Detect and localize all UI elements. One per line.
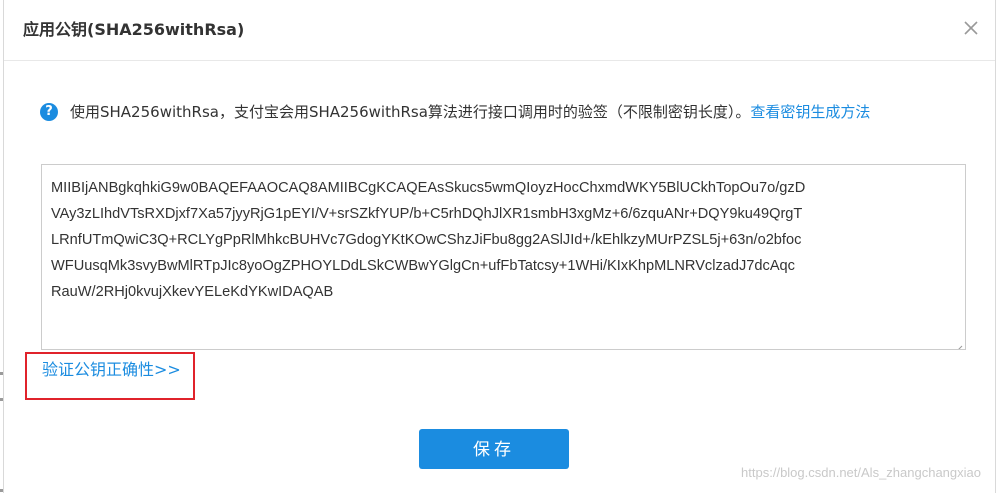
verify-public-key-link[interactable]: 验证公钥正确性>>: [42, 358, 181, 382]
key-line: WFUusqMk3svyBwMlRTpJIc8yoOgZPHOYLDdLSkCW…: [51, 258, 795, 274]
watermark: https://blog.csdn.net/Als_zhangchangxiao: [741, 465, 981, 480]
public-key-dialog: 应用公钥(SHA256withRsa) ? 使用SHA256withRsa，支付…: [3, 0, 996, 493]
save-button[interactable]: 保存: [419, 429, 569, 469]
edge-mark: [0, 372, 3, 375]
resize-grip-icon[interactable]: [953, 337, 963, 349]
public-key-textarea[interactable]: MIIBIjANBgkqhkiG9w0BAQEFAAOCAQ8AMIIBCgKC…: [41, 164, 966, 350]
edge-mark: [0, 398, 3, 401]
key-line: MIIBIjANBgkqhkiG9w0BAQEFAAOCAQ8AMIIBCgKC…: [51, 180, 806, 196]
key-line: RauW/2RHj0kvujXkevYELeKdYKwIDAQAB: [51, 284, 334, 300]
close-icon[interactable]: [961, 18, 981, 38]
sha256-hint: ? 使用SHA256withRsa，支付宝会用SHA256withRsa算法进行…: [40, 100, 965, 125]
hint-text-block: 使用SHA256withRsa，支付宝会用SHA256withRsa算法进行接口…: [40, 100, 965, 125]
dialog-title: 应用公钥(SHA256withRsa): [23, 20, 245, 39]
question-icon: ?: [40, 103, 58, 121]
edge-mark: [0, 489, 3, 492]
view-key-generation-link[interactable]: 查看密钥生成方法: [750, 103, 870, 121]
dialog-header: 应用公钥(SHA256withRsa): [4, 0, 995, 61]
key-line: LRnfUTmQwiC3Q+RCLYgPpRlMhkcBUHVc7GdogYKt…: [51, 232, 802, 248]
hint-text: 使用SHA256withRsa，支付宝会用SHA256withRsa算法进行接口…: [70, 103, 751, 121]
key-line: VAy3zLIhdVTsRXDjxf7Xa57jyyRjG1pEYI/V+srS…: [51, 206, 803, 222]
